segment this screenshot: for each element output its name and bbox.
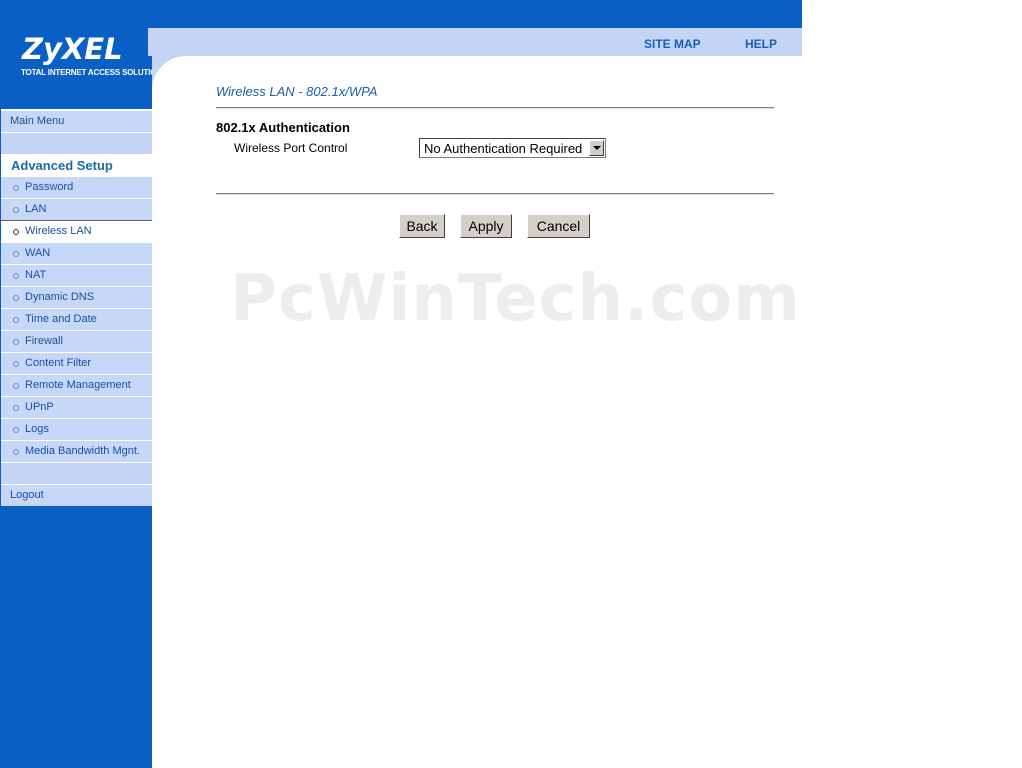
help-link[interactable]: HELP xyxy=(745,37,777,51)
divider-bottom xyxy=(216,193,774,195)
port-control-select[interactable]: No Authentication Required xyxy=(419,138,606,158)
sidebar-item-wan[interactable]: WAN xyxy=(1,242,152,264)
sidebar-item-label: NAT xyxy=(25,269,47,281)
site-map-link[interactable]: SITE MAP xyxy=(644,37,701,51)
sidebar-item-label: Dynamic DNS xyxy=(25,291,95,303)
sidebar-item-media-bandwidth[interactable]: Media Bandwidth Mgnt. xyxy=(1,440,152,462)
sidebar-item-label: Password xyxy=(25,181,74,193)
sidebar-item-remote-management[interactable]: Remote Management xyxy=(1,374,152,396)
sidebar-item-dynamic-dns[interactable]: Dynamic DNS xyxy=(1,286,152,308)
nav-spacer xyxy=(1,462,152,484)
nav-logout-label: Logout xyxy=(10,489,44,501)
sidebar-item-label: WAN xyxy=(25,247,51,259)
radio-bullet-icon xyxy=(13,273,19,279)
sidebar-item-label: LAN xyxy=(25,203,47,215)
radio-bullet-icon xyxy=(13,295,19,301)
cancel-button[interactable]: Cancel xyxy=(527,214,590,238)
logo-text: ZyXEL xyxy=(22,32,123,66)
radio-bullet-icon xyxy=(13,207,19,213)
zyxel-logo: ZyXEL TOTAL INTERNET ACCESS SOLUTION xyxy=(0,28,162,83)
nav-spacer xyxy=(1,132,152,154)
sidebar-item-lan[interactable]: LAN xyxy=(1,198,152,220)
nav-advanced-setup[interactable]: Advanced Setup xyxy=(1,154,152,176)
top-link-bar xyxy=(148,28,802,56)
radio-bullet-icon xyxy=(13,317,19,323)
logo-tagline: TOTAL INTERNET ACCESS SOLUTION xyxy=(21,68,162,77)
apply-button[interactable]: Apply xyxy=(460,214,512,238)
back-button[interactable]: Back xyxy=(399,214,445,238)
radio-bullet-icon xyxy=(13,251,19,257)
section-title: 802.1x Authentication xyxy=(216,120,350,135)
nav-main-menu-label: Main Menu xyxy=(10,115,65,127)
sidebar-item-label: UPnP xyxy=(25,401,54,413)
radio-bullet-icon xyxy=(13,405,19,411)
radio-bullet-icon xyxy=(13,229,19,235)
port-control-value: No Authentication Required xyxy=(424,141,583,156)
sidebar-item-firewall[interactable]: Firewall xyxy=(1,330,152,352)
sidebar: ZyXEL TOTAL INTERNET ACCESS SOLUTION Mai… xyxy=(0,0,162,768)
sidebar-item-upnp[interactable]: UPnP xyxy=(1,396,152,418)
sidebar-item-label: Wireless LAN xyxy=(25,225,92,237)
sidebar-item-label: Remote Management xyxy=(25,379,131,391)
radio-bullet-icon xyxy=(13,427,19,433)
top-bar xyxy=(152,0,802,28)
port-control-label: Wireless Port Control xyxy=(234,141,348,155)
sidebar-item-content-filter[interactable]: Content Filter xyxy=(1,352,152,374)
nav-main-menu[interactable]: Main Menu xyxy=(1,110,152,132)
page-title: Wireless LAN - 802.1x/WPA xyxy=(216,84,378,99)
radio-bullet-icon xyxy=(13,383,19,389)
sidebar-item-nat[interactable]: NAT xyxy=(1,264,152,286)
divider-top xyxy=(216,107,774,109)
sidebar-item-time-and-date[interactable]: Time and Date xyxy=(1,308,152,330)
radio-bullet-icon xyxy=(13,361,19,367)
sidebar-item-label: Time and Date xyxy=(25,313,97,325)
sidebar-item-password[interactable]: Password xyxy=(1,176,152,198)
sidebar-item-wireless-lan[interactable]: Wireless LAN xyxy=(1,220,152,242)
sidebar-item-label: Firewall xyxy=(25,335,63,347)
nav-advanced-setup-label: Advanced Setup xyxy=(11,158,113,173)
radio-bullet-icon xyxy=(13,185,19,191)
sidebar-item-logs[interactable]: Logs xyxy=(1,418,152,440)
watermark: PcWinTech.com xyxy=(230,262,801,336)
dropdown-arrow-icon[interactable] xyxy=(589,140,604,156)
radio-bullet-icon xyxy=(13,339,19,345)
sidebar-item-label: Content Filter xyxy=(25,357,92,369)
sidebar-item-label: Media Bandwidth Mgnt. xyxy=(25,445,140,457)
nav-logout[interactable]: Logout xyxy=(1,484,152,506)
radio-bullet-icon xyxy=(13,449,19,455)
sidebar-item-label: Logs xyxy=(25,423,49,435)
